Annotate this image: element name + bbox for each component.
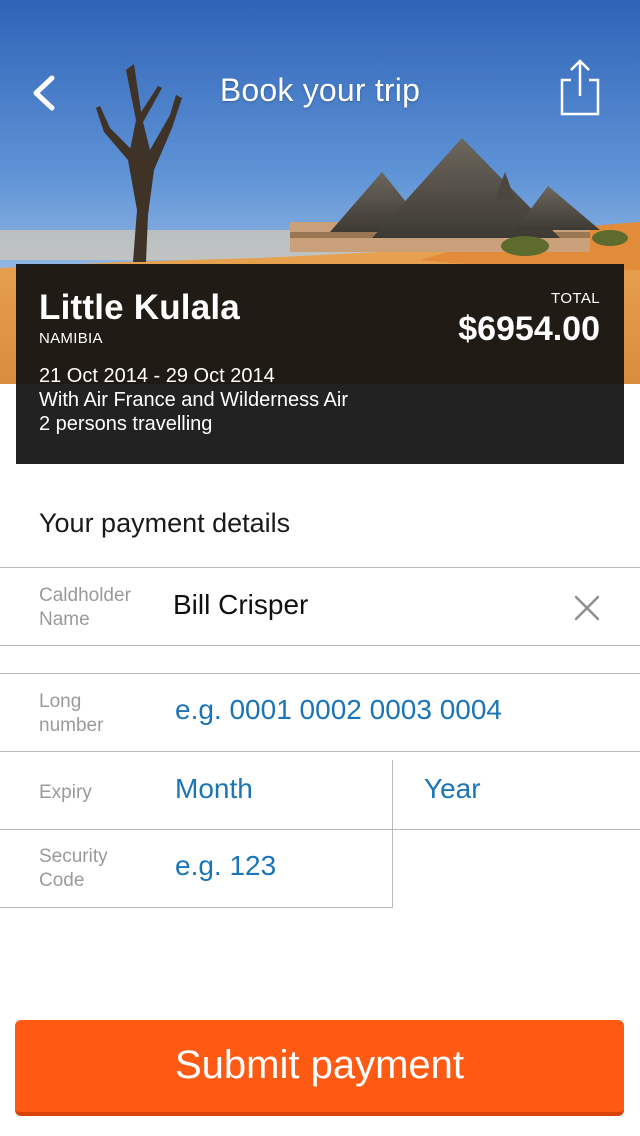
label-line: Name (39, 609, 90, 630)
expiry-label: Expiry (39, 782, 92, 803)
label-line: Caldholder (39, 585, 131, 606)
expiry-month-input[interactable]: Month (175, 773, 253, 805)
trip-travellers: 2 persons travelling (39, 413, 213, 435)
divider (0, 751, 640, 752)
trip-summary-card: Little Kulala NAMIBIA TOTAL $6954.00 21 … (16, 264, 624, 464)
expiry-year-input[interactable]: Year (424, 773, 481, 805)
divider (0, 907, 393, 908)
trip-details: 21 Oct 2014 - 29 Oct 2014 With Air Franc… (39, 364, 348, 436)
card-number-input[interactable]: e.g. 0001 0002 0003 0004 (175, 694, 502, 726)
divider (0, 567, 640, 568)
security-code-input[interactable]: e.g. 123 (175, 850, 276, 882)
card-number-label: Long number (39, 690, 103, 738)
share-button[interactable] (556, 58, 604, 118)
clear-cardholder-button[interactable] (572, 593, 602, 623)
close-icon (574, 595, 600, 621)
divider (0, 645, 640, 646)
trip-country: NAMIBIA (39, 330, 103, 347)
divider (0, 829, 640, 830)
share-icon (560, 59, 600, 116)
divider (392, 760, 393, 908)
cardholder-name-label: Caldholder Name (39, 584, 131, 632)
payment-section-title: Your payment details (39, 508, 291, 538)
label-line: Code (39, 870, 85, 891)
label-line: Security (39, 846, 108, 867)
trip-name: Little Kulala (39, 288, 240, 327)
divider (0, 673, 640, 674)
security-code-label: Security Code (39, 845, 108, 893)
submit-payment-button[interactable]: Submit payment (15, 1020, 624, 1116)
total-price: $6954.00 (458, 310, 600, 348)
trip-airlines: With Air France and Wilderness Air (39, 389, 348, 411)
cardholder-name-field[interactable]: Bill Crisper (173, 589, 308, 621)
page-title: Book your trip (219, 72, 421, 108)
total-label: TOTAL (551, 290, 600, 307)
trip-dates: 21 Oct 2014 - 29 Oct 2014 (39, 365, 275, 387)
label-line: Long (39, 691, 82, 712)
label-line: number (39, 715, 104, 736)
